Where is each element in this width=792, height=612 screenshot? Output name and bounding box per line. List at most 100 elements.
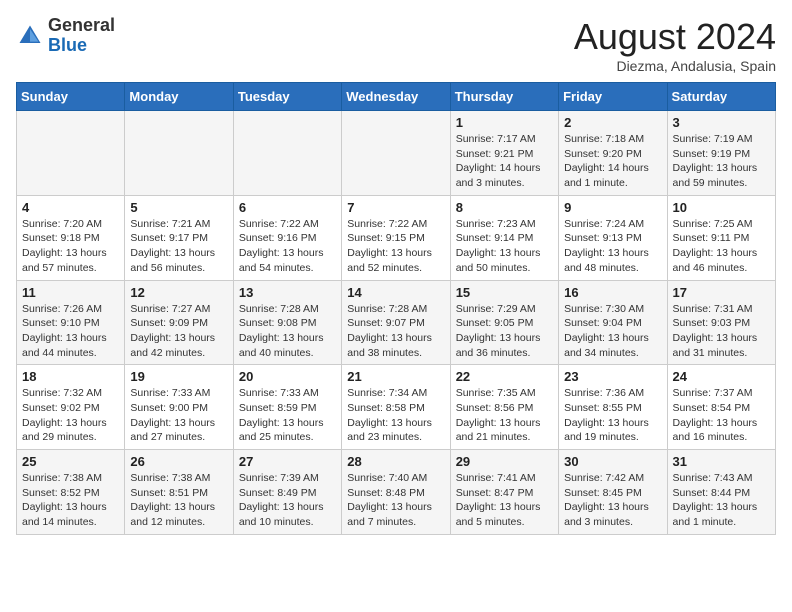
- day-content: Sunrise: 7:30 AM Sunset: 9:04 PM Dayligh…: [564, 302, 661, 361]
- day-content: Sunrise: 7:18 AM Sunset: 9:20 PM Dayligh…: [564, 132, 661, 191]
- calendar-week-2: 4Sunrise: 7:20 AM Sunset: 9:18 PM Daylig…: [17, 195, 776, 280]
- day-content: Sunrise: 7:25 AM Sunset: 9:11 PM Dayligh…: [673, 217, 770, 276]
- weekday-thursday: Thursday: [450, 83, 558, 111]
- weekday-wednesday: Wednesday: [342, 83, 450, 111]
- day-number: 15: [456, 285, 553, 300]
- calendar-cell: 7 Sunrise: 7:22 AM Sunset: 9:15 PM Daylig…: [342, 195, 450, 280]
- day-number: 21: [347, 369, 444, 384]
- day-number: 16: [564, 285, 661, 300]
- calendar-cell: 30 Sunrise: 7:42 AM Sunset: 8:45 PM Dayli…: [559, 450, 667, 535]
- day-content: Sunrise: 7:42 AM Sunset: 8:45 PM Dayligh…: [564, 471, 661, 530]
- calendar-cell: 6 Sunrise: 7:22 AM Sunset: 9:16 PM Daylig…: [233, 195, 341, 280]
- calendar-cell: 18 Sunrise: 7:32 AM Sunset: 9:02 PM Dayli…: [17, 365, 125, 450]
- calendar-cell: 21 Sunrise: 7:34 AM Sunset: 8:58 PM Dayli…: [342, 365, 450, 450]
- weekday-tuesday: Tuesday: [233, 83, 341, 111]
- day-number: 13: [239, 285, 336, 300]
- day-content: Sunrise: 7:36 AM Sunset: 8:55 PM Dayligh…: [564, 386, 661, 445]
- calendar-cell: 4Sunrise: 7:20 AM Sunset: 9:18 PM Daylig…: [17, 195, 125, 280]
- calendar-cell: 17 Sunrise: 7:31 AM Sunset: 9:03 PM Dayli…: [667, 280, 775, 365]
- weekday-saturday: Saturday: [667, 83, 775, 111]
- day-content: Sunrise: 7:40 AM Sunset: 8:48 PM Dayligh…: [347, 471, 444, 530]
- day-number: 26: [130, 454, 227, 469]
- day-content: Sunrise: 7:33 AM Sunset: 9:00 PM Dayligh…: [130, 386, 227, 445]
- title-block: August 2024 Diezma, Andalusia, Spain: [574, 16, 776, 74]
- day-number: 8: [456, 200, 553, 215]
- day-content: Sunrise: 7:32 AM Sunset: 9:02 PM Dayligh…: [22, 386, 119, 445]
- day-number: 3: [673, 115, 770, 130]
- calendar-cell: 20Sunrise: 7:33 AM Sunset: 8:59 PM Dayli…: [233, 365, 341, 450]
- calendar-cell: [342, 111, 450, 196]
- calendar-cell: [125, 111, 233, 196]
- day-content: Sunrise: 7:19 AM Sunset: 9:19 PM Dayligh…: [673, 132, 770, 191]
- calendar-cell: 23Sunrise: 7:36 AM Sunset: 8:55 PM Dayli…: [559, 365, 667, 450]
- day-content: Sunrise: 7:31 AM Sunset: 9:03 PM Dayligh…: [673, 302, 770, 361]
- calendar-cell: 14Sunrise: 7:28 AM Sunset: 9:07 PM Dayli…: [342, 280, 450, 365]
- day-content: Sunrise: 7:28 AM Sunset: 9:08 PM Dayligh…: [239, 302, 336, 361]
- calendar-cell: 8 Sunrise: 7:23 AM Sunset: 9:14 PM Daylig…: [450, 195, 558, 280]
- calendar-cell: 15 Sunrise: 7:29 AM Sunset: 9:05 PM Dayli…: [450, 280, 558, 365]
- day-number: 11: [22, 285, 119, 300]
- calendar-cell: 13 Sunrise: 7:28 AM Sunset: 9:08 PM Dayli…: [233, 280, 341, 365]
- day-content: Sunrise: 7:29 AM Sunset: 9:05 PM Dayligh…: [456, 302, 553, 361]
- calendar-cell: 31Sunrise: 7:43 AM Sunset: 8:44 PM Dayli…: [667, 450, 775, 535]
- day-number: 6: [239, 200, 336, 215]
- day-number: 24: [673, 369, 770, 384]
- calendar-cell: 22 Sunrise: 7:35 AM Sunset: 8:56 PM Dayli…: [450, 365, 558, 450]
- day-number: 9: [564, 200, 661, 215]
- day-content: Sunrise: 7:21 AM Sunset: 9:17 PM Dayligh…: [130, 217, 227, 276]
- day-content: Sunrise: 7:38 AM Sunset: 8:52 PM Dayligh…: [22, 471, 119, 530]
- calendar-cell: 24 Sunrise: 7:37 AM Sunset: 8:54 PM Dayli…: [667, 365, 775, 450]
- day-content: Sunrise: 7:27 AM Sunset: 9:09 PM Dayligh…: [130, 302, 227, 361]
- day-content: Sunrise: 7:37 AM Sunset: 8:54 PM Dayligh…: [673, 386, 770, 445]
- calendar-week-1: 1 Sunrise: 7:17 AM Sunset: 9:21 PM Daylig…: [17, 111, 776, 196]
- calendar-cell: 11 Sunrise: 7:26 AM Sunset: 9:10 PM Dayli…: [17, 280, 125, 365]
- calendar-header: SundayMondayTuesdayWednesdayThursdayFrid…: [17, 83, 776, 111]
- calendar-cell: 16 Sunrise: 7:30 AM Sunset: 9:04 PM Dayli…: [559, 280, 667, 365]
- day-content: Sunrise: 7:38 AM Sunset: 8:51 PM Dayligh…: [130, 471, 227, 530]
- calendar-cell: 19Sunrise: 7:33 AM Sunset: 9:00 PM Dayli…: [125, 365, 233, 450]
- calendar-cell: 10 Sunrise: 7:25 AM Sunset: 9:11 PM Dayli…: [667, 195, 775, 280]
- page-header: General Blue August 2024 Diezma, Andalus…: [16, 16, 776, 74]
- logo: General Blue: [16, 16, 115, 56]
- day-content: Sunrise: 7:22 AM Sunset: 9:16 PM Dayligh…: [239, 217, 336, 276]
- logo-blue-text: Blue: [48, 36, 115, 56]
- day-content: Sunrise: 7:41 AM Sunset: 8:47 PM Dayligh…: [456, 471, 553, 530]
- calendar-cell: 12 Sunrise: 7:27 AM Sunset: 9:09 PM Dayli…: [125, 280, 233, 365]
- calendar-week-5: 25Sunrise: 7:38 AM Sunset: 8:52 PM Dayli…: [17, 450, 776, 535]
- day-number: 18: [22, 369, 119, 384]
- day-number: 27: [239, 454, 336, 469]
- day-number: 7: [347, 200, 444, 215]
- day-number: 22: [456, 369, 553, 384]
- day-number: 12: [130, 285, 227, 300]
- day-number: 17: [673, 285, 770, 300]
- calendar-cell: 27 Sunrise: 7:39 AM Sunset: 8:49 PM Dayli…: [233, 450, 341, 535]
- calendar-cell: 3 Sunrise: 7:19 AM Sunset: 9:19 PM Daylig…: [667, 111, 775, 196]
- day-content: Sunrise: 7:17 AM Sunset: 9:21 PM Dayligh…: [456, 132, 553, 191]
- calendar-cell: 5Sunrise: 7:21 AM Sunset: 9:17 PM Daylig…: [125, 195, 233, 280]
- day-content: Sunrise: 7:22 AM Sunset: 9:15 PM Dayligh…: [347, 217, 444, 276]
- weekday-monday: Monday: [125, 83, 233, 111]
- weekday-sunday: Sunday: [17, 83, 125, 111]
- day-number: 10: [673, 200, 770, 215]
- day-number: 31: [673, 454, 770, 469]
- day-content: Sunrise: 7:39 AM Sunset: 8:49 PM Dayligh…: [239, 471, 336, 530]
- calendar-cell: 29Sunrise: 7:41 AM Sunset: 8:47 PM Dayli…: [450, 450, 558, 535]
- calendar-cell: 2Sunrise: 7:18 AM Sunset: 9:20 PM Daylig…: [559, 111, 667, 196]
- day-content: Sunrise: 7:35 AM Sunset: 8:56 PM Dayligh…: [456, 386, 553, 445]
- logo-text: General Blue: [48, 16, 115, 56]
- logo-icon: [16, 22, 44, 50]
- month-title: August 2024: [574, 16, 776, 58]
- calendar-week-3: 11 Sunrise: 7:26 AM Sunset: 9:10 PM Dayli…: [17, 280, 776, 365]
- calendar-cell: 28Sunrise: 7:40 AM Sunset: 8:48 PM Dayli…: [342, 450, 450, 535]
- day-content: Sunrise: 7:34 AM Sunset: 8:58 PM Dayligh…: [347, 386, 444, 445]
- logo-general-text: General: [48, 16, 115, 36]
- day-number: 1: [456, 115, 553, 130]
- day-number: 20: [239, 369, 336, 384]
- day-content: Sunrise: 7:28 AM Sunset: 9:07 PM Dayligh…: [347, 302, 444, 361]
- day-content: Sunrise: 7:24 AM Sunset: 9:13 PM Dayligh…: [564, 217, 661, 276]
- location-subtitle: Diezma, Andalusia, Spain: [574, 58, 776, 74]
- day-content: Sunrise: 7:23 AM Sunset: 9:14 PM Dayligh…: [456, 217, 553, 276]
- day-content: Sunrise: 7:26 AM Sunset: 9:10 PM Dayligh…: [22, 302, 119, 361]
- calendar-cell: 26 Sunrise: 7:38 AM Sunset: 8:51 PM Dayli…: [125, 450, 233, 535]
- day-number: 30: [564, 454, 661, 469]
